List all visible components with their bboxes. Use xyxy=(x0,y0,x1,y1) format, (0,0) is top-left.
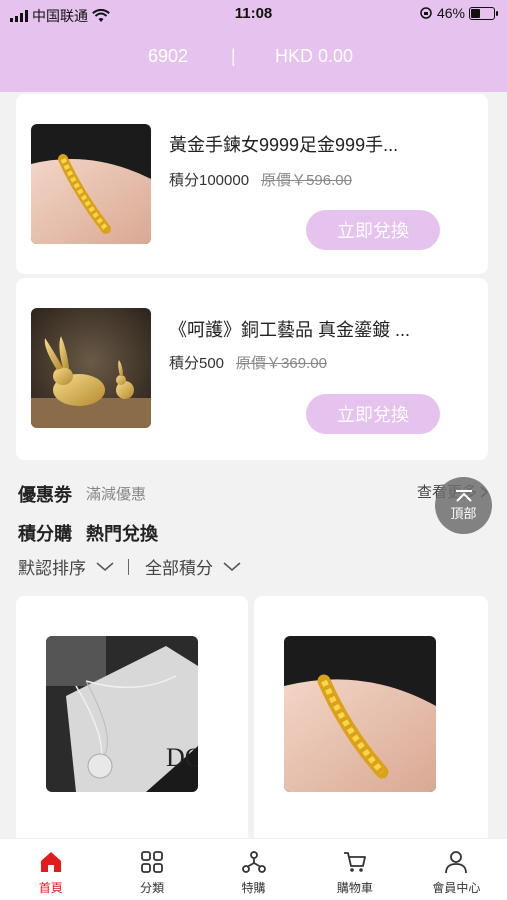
rotation-lock-icon xyxy=(420,7,432,19)
product-image-gold-rabbit[interactable] xyxy=(31,308,151,428)
tab-points-shop[interactable]: 積分購 xyxy=(18,520,72,546)
sort-label: 默認排序 xyxy=(18,559,86,578)
coupon-title: 優惠劵 xyxy=(18,485,72,505)
product-image-gold-bracelet[interactable] xyxy=(284,636,436,792)
nav-home-label: 首頁 xyxy=(38,881,63,895)
product-image-gold-bracelet[interactable] xyxy=(31,124,151,244)
product-name[interactable]: 黃金手鍊女9999足金999手... xyxy=(169,131,469,157)
section-tabs: 積分購 熱門兌換 xyxy=(18,520,158,546)
category-icon xyxy=(141,851,164,873)
nav-cart[interactable]: 購物車 xyxy=(304,839,405,900)
product-price: 積分500 原價￥369.00 xyxy=(169,352,327,373)
chevron-up-icon xyxy=(455,490,472,502)
original-price: 原價￥369.00 xyxy=(236,355,327,372)
cart-icon xyxy=(343,852,366,872)
balance-separator: | xyxy=(231,46,236,66)
status-bar: 中国联通 11:08 46% xyxy=(0,0,507,28)
product-card[interactable]: 黃金手鍊女9999足金999手... 積分100000 原價￥596.00 立即… xyxy=(16,94,488,274)
grid-product-card[interactable] xyxy=(254,596,488,846)
filter-bar: 默認排序 全部積分 xyxy=(18,554,241,579)
points-price: 積分100000 xyxy=(169,172,250,189)
points-filter-dropdown[interactable]: 全部積分 xyxy=(145,554,241,579)
nav-member-label: 會員中心 xyxy=(432,881,481,895)
nav-member[interactable]: 會員中心 xyxy=(406,839,507,900)
home-icon xyxy=(40,852,61,872)
cash-balance: HKD 0.00 xyxy=(275,46,354,66)
nav-category[interactable]: 分類 xyxy=(101,839,202,900)
product-card[interactable]: 《呵護》銅工藝品 真金鎏鍍 ... 積分500 原價￥369.00 立即兌換 xyxy=(16,278,488,460)
special-icon xyxy=(241,851,266,873)
product-image-silver-necklace[interactable]: DO xyxy=(46,636,198,792)
original-price: 原價￥596.00 xyxy=(261,172,352,189)
header: 中国联通 11:08 46% 6902 | HKD 0.00 xyxy=(0,0,507,92)
points-price: 積分500 xyxy=(169,355,225,372)
battery-icon xyxy=(469,6,498,20)
redeem-button[interactable]: 立即兌換 xyxy=(306,394,440,434)
tab-hot-redeem[interactable]: 熱門兌換 xyxy=(86,520,158,546)
bottom-nav: 首頁 分類 特購 購物車 會員中心 xyxy=(0,838,507,900)
nav-special-label: 特購 xyxy=(241,881,266,895)
points-filter-label: 全部積分 xyxy=(145,559,213,578)
back-to-top-label: 頂部 xyxy=(450,506,477,521)
chevron-down-icon xyxy=(223,561,241,571)
points-balance: 6902 xyxy=(148,46,189,66)
nav-cart-label: 購物車 xyxy=(336,881,373,895)
balance-bar: 6902 | HKD 0.00 xyxy=(0,46,507,70)
user-icon xyxy=(445,851,468,874)
back-to-top-button[interactable]: 頂部 xyxy=(435,477,492,534)
nav-special[interactable]: 特購 xyxy=(203,839,304,900)
nav-home[interactable]: 首頁 xyxy=(0,839,101,900)
battery-percent: 46% xyxy=(436,5,465,21)
product-name[interactable]: 《呵護》銅工藝品 真金鎏鍍 ... xyxy=(169,316,469,342)
sort-dropdown[interactable]: 默認排序 xyxy=(18,554,114,579)
product-price: 積分100000 原價￥596.00 xyxy=(169,169,352,190)
nav-category-label: 分類 xyxy=(140,881,165,895)
coupon-subtitle: 滿減優惠 xyxy=(86,486,147,503)
chevron-down-icon xyxy=(96,561,114,571)
svg-text:DO: DO xyxy=(166,743,198,772)
grid-product-card[interactable]: DO xyxy=(16,596,248,846)
redeem-button[interactable]: 立即兌換 xyxy=(306,210,440,250)
filter-divider xyxy=(128,558,129,575)
